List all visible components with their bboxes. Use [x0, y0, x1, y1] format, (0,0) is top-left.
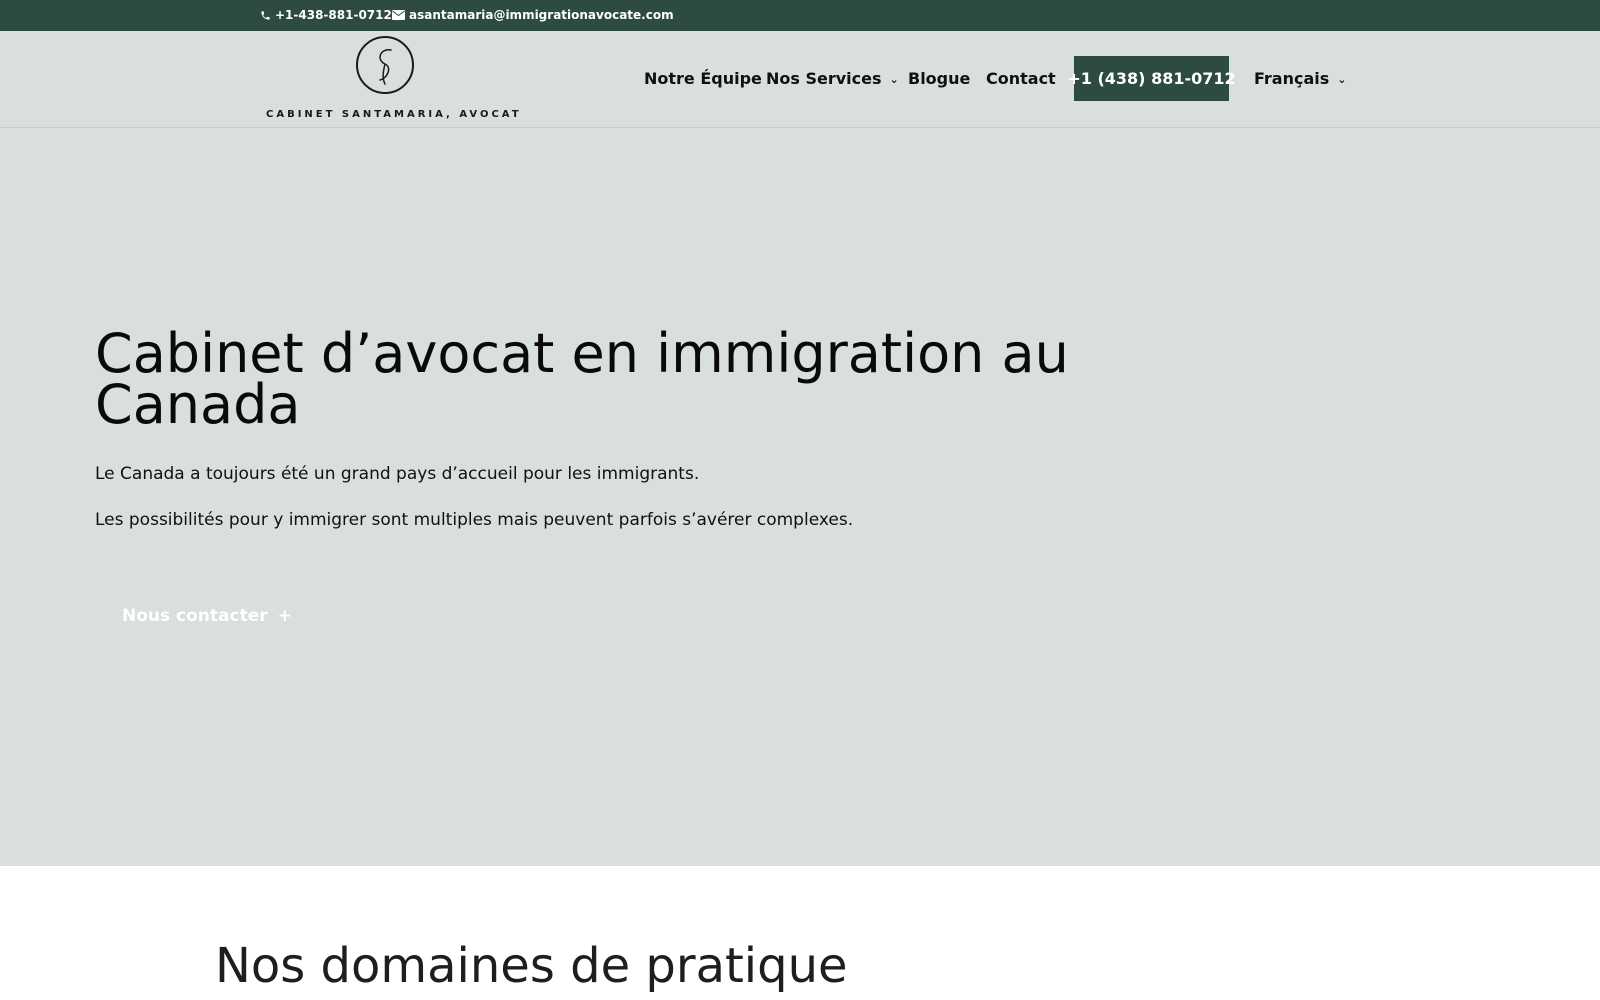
language-selector[interactable]: Français ⌄: [1254, 69, 1347, 88]
language-selector-label[interactable]: Français: [1254, 69, 1329, 88]
main-nav: Notre Équipe Nos Services ⌄ Blogue Conta…: [0, 31, 1600, 128]
topbar-phone-text[interactable]: +1-438-881-0712: [275, 8, 392, 22]
site-header: CABINET SANTAMARIA, AVOCAT Notre Équipe …: [0, 31, 1600, 128]
section-title: Nos domaines de pratique: [215, 938, 848, 994]
hero-paragraph: Le Canada a toujours été un grand pays d…: [95, 464, 700, 484]
hero-title: Cabinet d’avocat en immigration au Canad…: [95, 322, 1069, 436]
hero-paragraph: Les possibilités pour y immigrer sont mu…: [95, 510, 854, 530]
nav-item-blog-label[interactable]: Blogue: [908, 69, 970, 88]
top-bar: +1-438-881-0712 asantamaria@immigrationa…: [0, 0, 1600, 31]
nav-item-blog[interactable]: Blogue: [908, 69, 970, 88]
nav-item-contact-label[interactable]: Contact: [986, 69, 1056, 88]
envelope-icon: [392, 10, 405, 20]
chevron-down-icon: ⌄: [1337, 73, 1347, 86]
hero-section: Cabinet d’avocat en immigration au Canad…: [0, 128, 1600, 866]
nav-item-services-label[interactable]: Nos Services: [766, 69, 882, 88]
chevron-down-icon: ⌄: [889, 73, 899, 86]
nav-item-team[interactable]: Notre Équipe: [644, 69, 762, 88]
plus-icon: +: [277, 606, 292, 626]
nav-item-contact[interactable]: Contact: [986, 69, 1056, 88]
contact-us-button-label[interactable]: Nous contacter: [122, 606, 268, 626]
topbar-email[interactable]: asantamaria@immigrationavocate.com: [392, 8, 674, 22]
phone-icon: [260, 10, 271, 21]
topbar-email-text[interactable]: asantamaria@immigrationavocate.com: [409, 8, 674, 22]
contact-us-button[interactable]: Nous contacter +: [122, 606, 292, 626]
nav-item-team-label[interactable]: Notre Équipe: [644, 69, 762, 88]
topbar-phone[interactable]: +1-438-881-0712: [260, 8, 392, 22]
nav-item-services[interactable]: Nos Services ⌄: [766, 69, 899, 88]
practice-areas-section: Nos domaines de pratique: [0, 866, 1600, 1000]
call-phone-button[interactable]: +1 (438) 881-0712: [1067, 56, 1236, 101]
